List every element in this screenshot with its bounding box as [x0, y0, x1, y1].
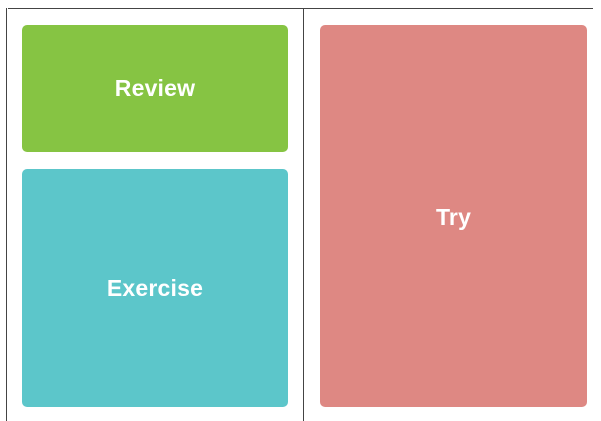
try-tile-label: Try [435, 203, 472, 230]
review-tile-label: Review [114, 75, 196, 101]
review-tile[interactable]: Review [22, 25, 288, 152]
exercise-tile[interactable]: Exercise [22, 169, 288, 407]
top-divider [8, 8, 593, 9]
try-tile[interactable]: Try [320, 25, 587, 407]
launcher-frame: Review Exercise Try [0, 0, 601, 421]
exercise-tile-label: Exercise [106, 274, 204, 301]
left-divider [6, 8, 7, 421]
column-divider [303, 8, 304, 421]
